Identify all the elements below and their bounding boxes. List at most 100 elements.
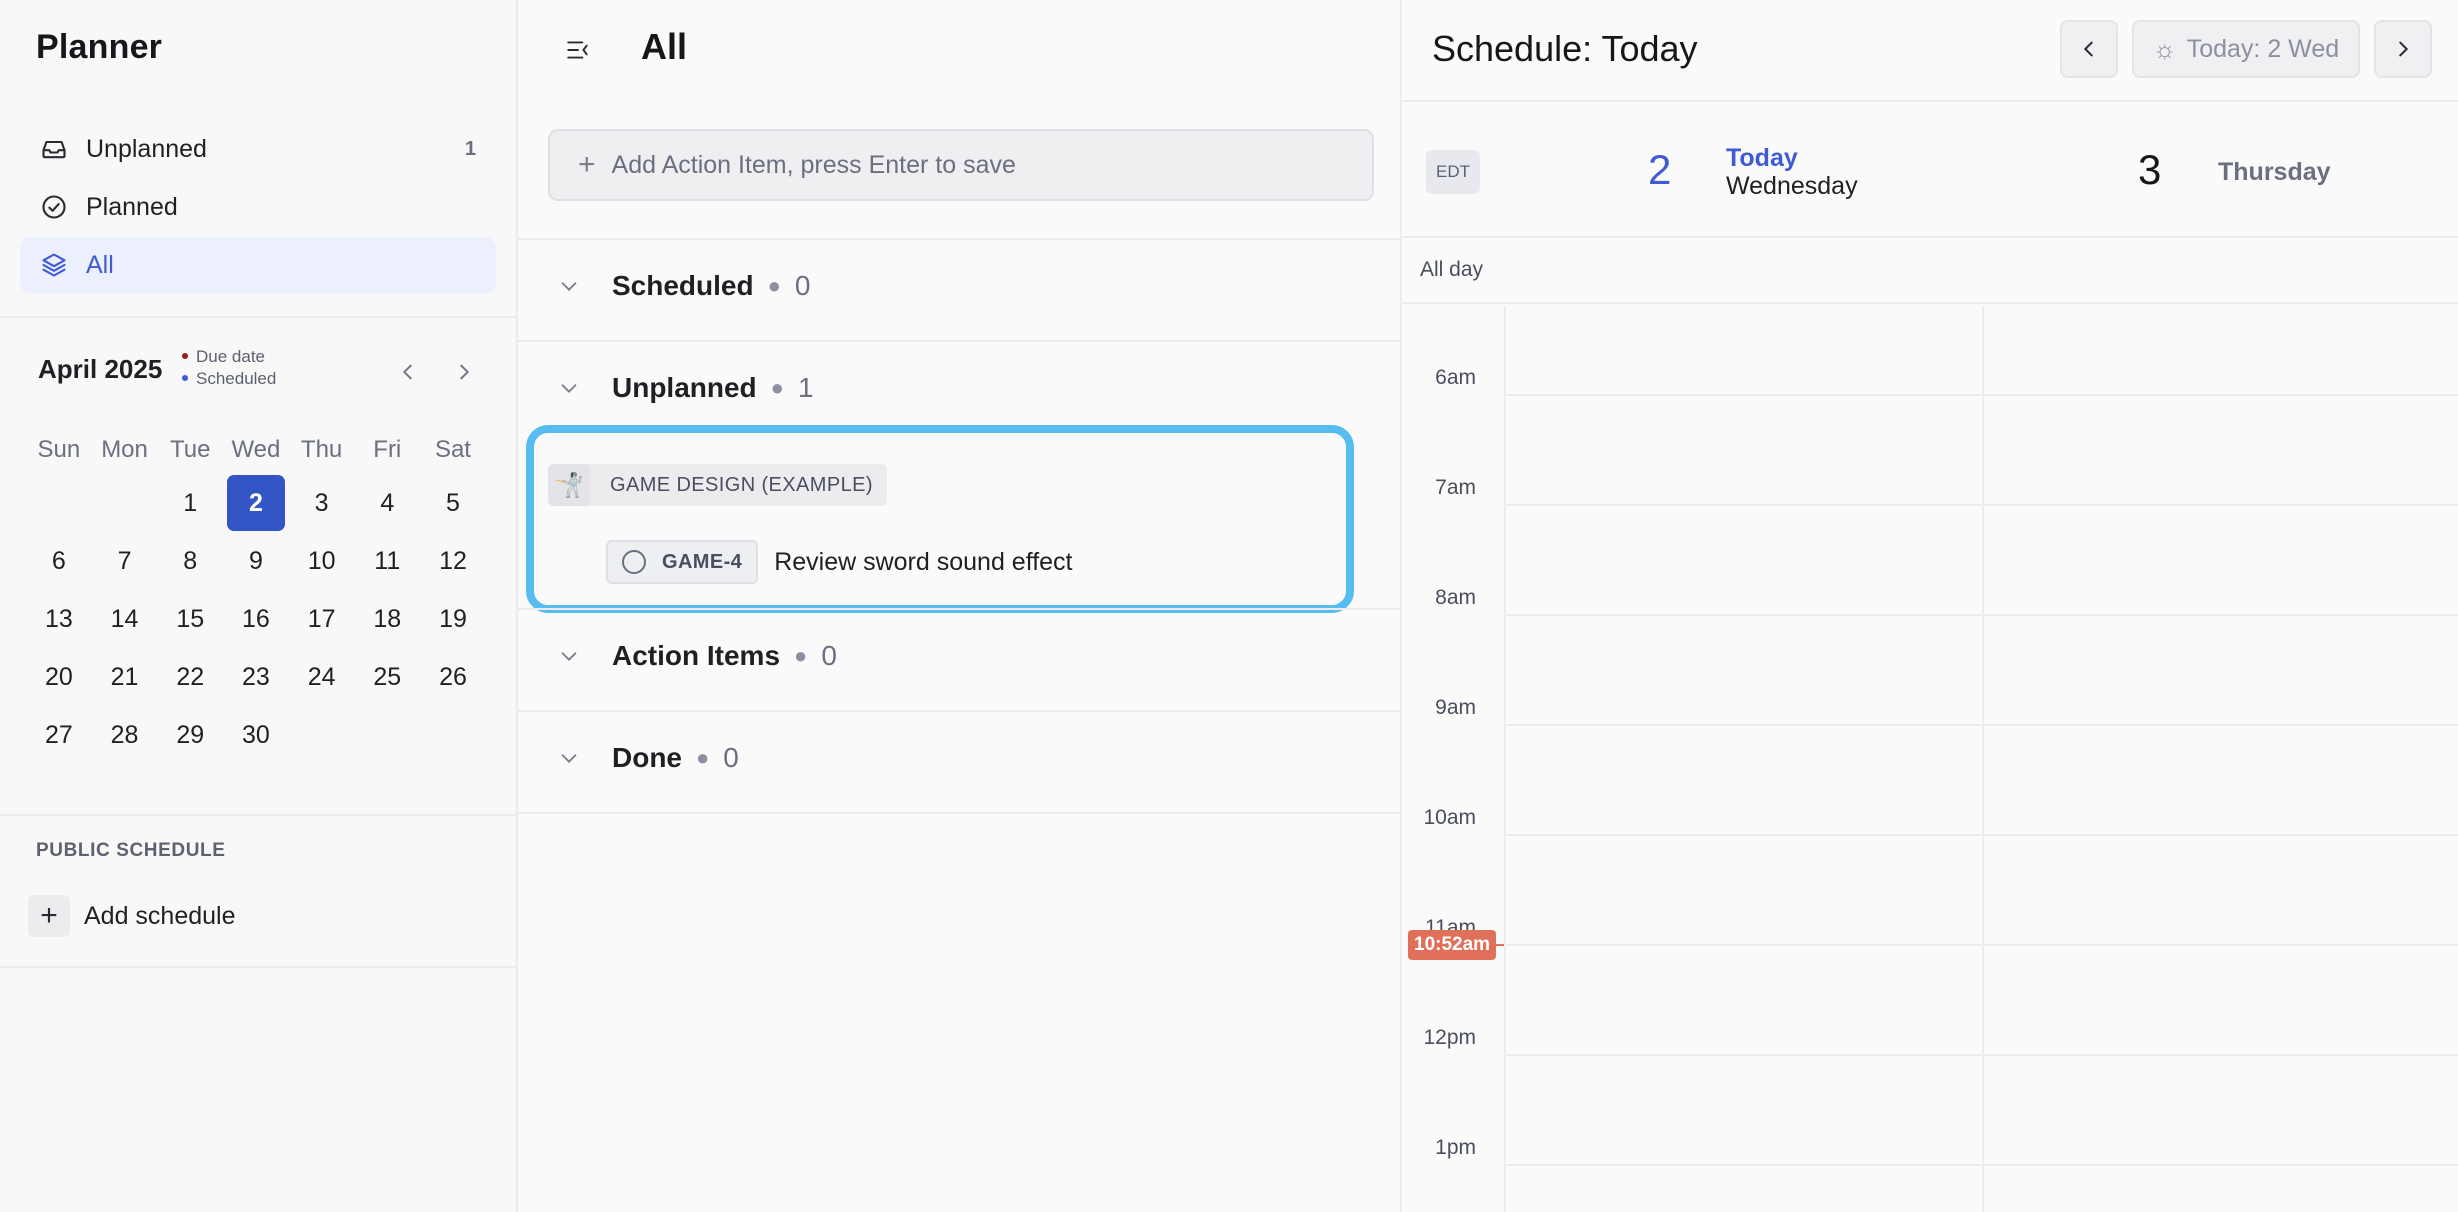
check-circle-icon <box>40 193 68 221</box>
calendar-day[interactable]: 25 <box>354 663 420 692</box>
calendar-month: April 2025 <box>38 354 163 384</box>
today-weekday: Wednesday <box>1726 172 1858 200</box>
calendar-day[interactable]: 9 <box>223 547 289 576</box>
divider <box>518 340 1400 342</box>
group-name: Action Items <box>612 640 781 671</box>
calendar-day[interactable]: 18 <box>354 605 420 634</box>
calendar-day[interactable]: 20 <box>26 663 92 692</box>
add-action-item-input[interactable] <box>611 150 1312 180</box>
time-grid[interactable]: 1pm 12pm 11am 10am 9am 8am 7am 6am 10:52am <box>1402 306 2458 1212</box>
sidebar-item-unplanned[interactable]: Unplanned 1 <box>20 121 496 177</box>
calendar-day[interactable]: 5 <box>420 489 486 518</box>
calendar-day-number: 16 <box>242 604 270 633</box>
group-unplanned[interactable]: Unplanned ● 1 <box>556 372 814 404</box>
status-circle-icon[interactable] <box>622 550 646 574</box>
calendar-day-number: 3 <box>314 488 329 517</box>
calendar-week-row: 27 28 29 30 <box>26 706 486 764</box>
calendar-day[interactable]: 14 <box>92 605 158 634</box>
today-day-number: 2 <box>1648 146 1672 193</box>
today-button-label: Today: 2 Wed <box>2186 34 2340 63</box>
calendar-day[interactable]: 15 <box>157 605 223 634</box>
calendar-day[interactable]: 12 <box>420 547 486 576</box>
task-row[interactable]: GAME-4 Review sword sound effect <box>606 540 1073 584</box>
schedule-next-button[interactable] <box>2374 20 2432 78</box>
calendar-day[interactable]: 13 <box>26 605 92 634</box>
calendar-day-number: 26 <box>439 662 467 691</box>
calendar-day-number: 6 <box>51 546 66 575</box>
legend-scheduled: Scheduled <box>196 369 277 388</box>
project-chip[interactable]: 🤺 GAME DESIGN (EXAMPLE) <box>548 464 887 506</box>
calendar-day-number: 7 <box>117 546 132 575</box>
calendar-next-button[interactable] <box>446 354 482 390</box>
calendar-day[interactable]: 8 <box>157 547 223 576</box>
calendar-day[interactable]: 10 <box>289 547 355 576</box>
calendar-day[interactable]: 29 <box>157 721 223 750</box>
schedule-panel: Schedule: Today ☼ Today: 2 Wed EDT 2 Tod… <box>1402 0 2458 1212</box>
hour-line <box>1504 1054 2458 1056</box>
calendar-day-number: 18 <box>373 604 402 633</box>
group-count: 1 <box>797 372 814 403</box>
group-name: Unplanned <box>612 372 757 403</box>
time-gutter-line <box>1504 306 1506 1212</box>
separator-dot: ● <box>770 375 784 400</box>
today-button[interactable]: ☼ Today: 2 Wed <box>2132 20 2360 78</box>
calendar-day[interactable]: 22 <box>157 663 223 692</box>
highlight-box <box>526 425 1354 613</box>
hour-line <box>1504 614 2458 616</box>
calendar-day-number: 27 <box>44 720 73 749</box>
sidebar-toggle-button[interactable] <box>560 32 596 68</box>
calendar-day[interactable]: 4 <box>354 489 420 518</box>
calendar-day[interactable]: 7 <box>92 547 158 576</box>
calendar-week-row: 20 21 22 23 24 25 26 <box>26 648 486 706</box>
hour-label: 1pm <box>1435 1136 1476 1159</box>
divider <box>1402 302 2458 304</box>
weekday-label: Mon <box>101 436 148 463</box>
chevron-down-icon <box>556 643 582 669</box>
group-action-items[interactable]: Action Items ● 0 <box>556 640 837 672</box>
hour-label: 12pm <box>1423 1026 1476 1049</box>
calendar-day[interactable]: 1 <box>157 489 223 518</box>
calendar-day-number: 1 <box>183 488 198 517</box>
calendar-day[interactable]: 11 <box>354 547 420 576</box>
hour-label: 7am <box>1435 476 1476 499</box>
group-done[interactable]: Done ● 0 <box>556 742 739 774</box>
calendar-day[interactable]: 17 <box>289 605 355 634</box>
timezone-badge: EDT <box>1426 150 1480 194</box>
group-count: 0 <box>821 640 837 671</box>
layers-icon <box>40 251 68 279</box>
separator-dot: ● <box>767 273 781 298</box>
schedule-prev-button[interactable] <box>2060 20 2118 78</box>
chevron-right-icon <box>460 364 469 380</box>
calendar-day[interactable]: 3 <box>289 489 355 518</box>
add-action-item-field[interactable]: + <box>548 129 1374 201</box>
sidebar-item-count: 1 <box>464 137 476 160</box>
add-schedule-button[interactable]: + Add schedule <box>28 895 236 937</box>
sidebar-item-planned[interactable]: Planned <box>20 179 496 235</box>
legend-due: Due date <box>196 347 265 366</box>
calendar-day[interactable]: 23 <box>223 663 289 692</box>
sidebar-item-all[interactable]: All <box>20 237 496 293</box>
calendar-day[interactable]: 2 <box>223 475 289 531</box>
group-scheduled[interactable]: Scheduled ● 0 <box>556 270 810 302</box>
hour-line <box>1504 504 2458 506</box>
calendar-day[interactable]: 28 <box>92 721 158 750</box>
calendar-day[interactable]: 21 <box>92 663 158 692</box>
task-title: Review sword sound effect <box>774 547 1073 576</box>
chevron-left-icon <box>2083 41 2093 57</box>
calendar-day[interactable]: 19 <box>420 605 486 634</box>
group-count: 0 <box>723 742 739 773</box>
hour-line <box>1504 394 2458 396</box>
calendar-day[interactable]: 16 <box>223 605 289 634</box>
next-weekday: Thursday <box>2218 158 2331 186</box>
plus-icon: + <box>28 895 70 937</box>
next-day-number: 3 <box>2138 146 2162 193</box>
task-list-panel: All + Scheduled ● 0 Unplanned ● 1 🤺 GAME… <box>518 0 1402 1212</box>
calendar-day[interactable]: 6 <box>26 547 92 576</box>
calendar-day[interactable]: 27 <box>26 721 92 750</box>
calendar-day[interactable]: 26 <box>420 663 486 692</box>
calendar-day[interactable]: 24 <box>289 663 355 692</box>
sidebar-item-label: Unplanned <box>86 134 207 163</box>
sidebar: Planner Unplanned 1 Planned All April 20… <box>0 0 518 1212</box>
calendar-day[interactable]: 30 <box>223 721 289 750</box>
calendar-prev-button[interactable] <box>390 354 426 390</box>
